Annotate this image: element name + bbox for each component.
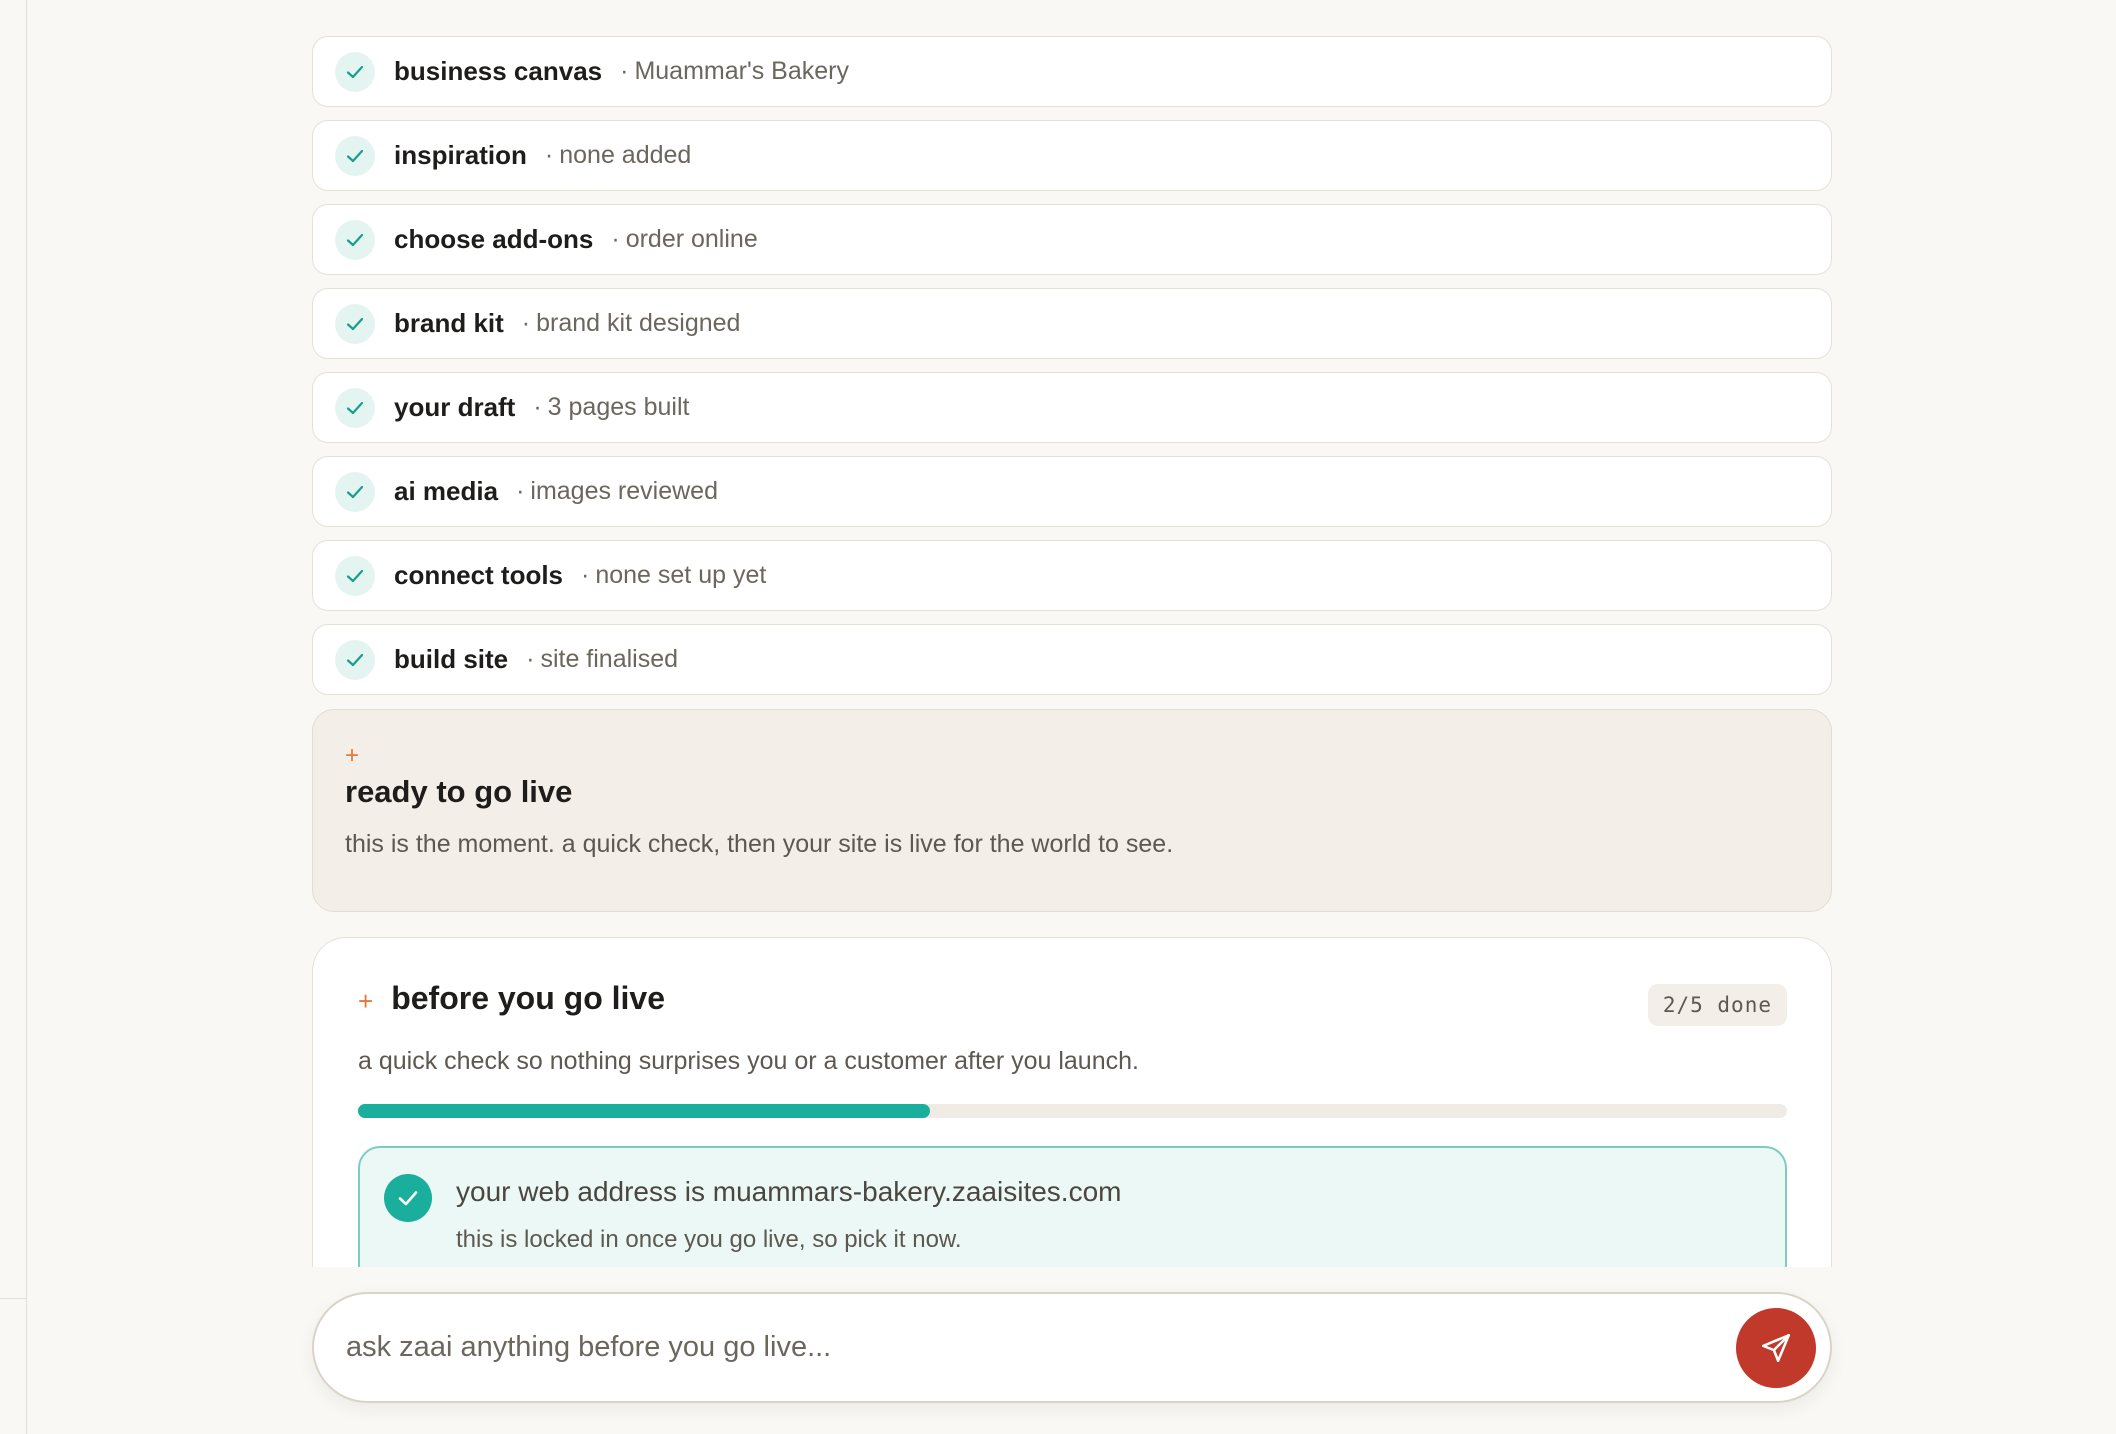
step-title: your draft <box>394 392 516 422</box>
step-title: brand kit <box>394 308 504 338</box>
check-icon <box>335 555 375 596</box>
step-your-draft[interactable]: your draft · 3 pages built <box>312 372 1832 443</box>
step-detail: site finalised <box>540 645 679 673</box>
step-connect-tools[interactable]: connect tools · none set up yet <box>312 540 1832 611</box>
step-separator: · <box>611 225 620 253</box>
left-rail <box>0 0 27 1434</box>
ready-subtitle: this is the moment. a quick check, then … <box>345 830 1174 858</box>
check-icon <box>335 639 375 680</box>
step-build-site[interactable]: build site · site finalised <box>312 624 1832 695</box>
step-separator: · <box>533 393 542 421</box>
sparkle-icon: + <box>345 742 360 769</box>
step-detail: none set up yet <box>595 561 767 589</box>
step-separator: · <box>521 309 531 337</box>
step-title: build site <box>394 644 509 674</box>
check-icon <box>335 51 375 92</box>
check-icon <box>335 135 375 176</box>
checklist-item-detail: this is locked in once you go live, so p… <box>456 1226 962 1253</box>
check-icon <box>335 387 375 428</box>
step-separator: · <box>544 141 554 169</box>
send-icon <box>1761 1333 1791 1363</box>
checklist-header: + before you go live <box>358 980 1787 1017</box>
check-icon <box>335 219 375 260</box>
step-detail: 3 pages built <box>547 393 690 421</box>
ready-to-go-live-card: + ready to go live this is the moment. a… <box>312 709 1832 912</box>
check-icon <box>384 1174 432 1222</box>
step-separator: · <box>620 57 629 85</box>
progress-badge: 2/5 done <box>1647 984 1787 1026</box>
step-title: inspiration <box>394 140 527 170</box>
ready-title: ready to go live <box>345 774 573 809</box>
send-button[interactable] <box>1736 1308 1816 1388</box>
main-content: business canvas · Muammar's Bakery inspi… <box>312 36 1832 1267</box>
step-separator: · <box>526 645 535 673</box>
step-separator: · <box>516 477 525 505</box>
sparkle-icon: + <box>358 985 374 1016</box>
step-brand-kit[interactable]: brand kit · brand kit designed <box>312 288 1832 359</box>
ask-input[interactable] <box>346 1331 1706 1364</box>
step-detail: images reviewed <box>530 477 718 505</box>
step-choose-add-ons[interactable]: choose add-ons · order online <box>312 204 1832 275</box>
rail-divider <box>0 1298 27 1299</box>
check-icon <box>335 303 375 344</box>
check-icon <box>335 471 375 512</box>
step-detail: none added <box>559 141 692 169</box>
step-detail: Muammar's Bakery <box>634 57 849 85</box>
step-detail: order online <box>625 225 758 253</box>
step-title: choose add-ons <box>394 224 594 254</box>
step-business-canvas[interactable]: business canvas · Muammar's Bakery <box>312 36 1832 107</box>
checklist-subtitle: a quick check so nothing surprises you o… <box>358 1047 1139 1075</box>
step-separator: · <box>581 561 590 589</box>
step-title: connect tools <box>394 560 564 590</box>
progress-bar-fill <box>358 1104 930 1118</box>
step-title: business canvas <box>394 56 603 86</box>
checklist-item-title: your web address is muammars-bakery.zaai… <box>456 1176 1122 1207</box>
step-detail: brand kit designed <box>536 309 741 337</box>
step-title: ai media <box>394 476 499 506</box>
step-inspiration[interactable]: inspiration · none added <box>312 120 1832 191</box>
progress-bar <box>358 1104 1787 1118</box>
before-you-go-live-card: + before you go live 2/5 done a quick ch… <box>312 937 1832 1267</box>
step-ai-media[interactable]: ai media · images reviewed <box>312 456 1832 527</box>
checklist-item-web-address[interactable]: your web address is muammars-bakery.zaai… <box>358 1146 1787 1267</box>
checklist-title: before you go live <box>391 980 666 1016</box>
ask-bar <box>312 1292 1832 1403</box>
